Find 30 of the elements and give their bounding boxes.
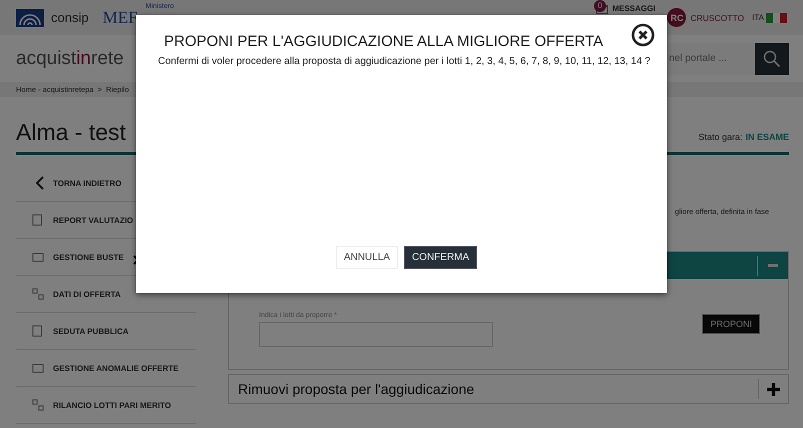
page-title: Alma - test <box>16 119 126 146</box>
dashboard-link[interactable]: CRUSCOTTO <box>690 12 744 22</box>
input-field[interactable] <box>259 322 493 346</box>
propose-button[interactable]: PROPONI <box>702 314 760 334</box>
sidebar-item[interactable]: SEDUTA PUBBLICA <box>16 313 196 350</box>
search-field[interactable]: nel portale ... <box>667 42 755 74</box>
chevron-left-icon <box>36 176 44 190</box>
search-icon <box>763 50 781 68</box>
status-label: Stato gara: <box>698 132 742 142</box>
ministry-logo: MEF <box>102 8 138 28</box>
modal-message: Confermi di voler procedere alla proposta di aggiudicazione per i lotti 1, 2, 3, 4, 5, 6, 7, 8, 9, 10, 11, 12, 13, 14 ? <box>158 56 652 67</box>
message-count-badge: 0 <box>594 0 606 12</box>
modal-title: PROPONI PER L'AGGIUDICAZIONE ALLA MIGLIORE OFFERTA <box>163 33 604 50</box>
panel-title: Rimuovi proposta per l'aggiudicazione <box>238 381 474 397</box>
search-button[interactable] <box>755 42 789 74</box>
sidebar-item[interactable]: RILANCIO LOTTI PARI MERITO <box>16 387 196 424</box>
messages-link[interactable]: MESSAGGI <box>612 4 656 13</box>
brand-name: consip <box>51 10 89 25</box>
close-icon[interactable] <box>631 23 655 47</box>
expand-icon[interactable] <box>767 382 780 396</box>
status-value: IN ESAME <box>745 132 789 142</box>
collapsed-panel[interactable]: Rimuovi proposta per l'aggiudicazione <box>228 374 789 404</box>
sidebar-item[interactable]: GESTIONE ANOMALIE OFFERTE <box>16 350 196 387</box>
user-avatar[interactable]: RC <box>667 8 686 27</box>
site-logo[interactable]: acquistinrete <box>16 48 124 70</box>
flag-icon <box>766 12 787 22</box>
consip-logo-icon <box>16 8 44 26</box>
language-selector[interactable]: ITA <box>752 13 764 22</box>
cancel-button[interactable]: ANNULLA <box>336 246 398 269</box>
confirm-button[interactable]: CONFERMA <box>404 246 478 269</box>
